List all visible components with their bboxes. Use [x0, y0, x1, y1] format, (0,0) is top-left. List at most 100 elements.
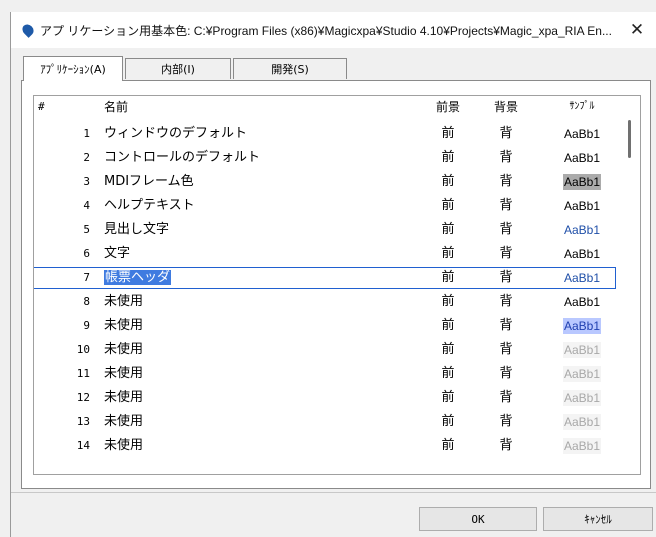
- header-name[interactable]: 名前: [104, 96, 424, 122]
- header-foreground[interactable]: 前景: [436, 96, 460, 122]
- row-name[interactable]: 未使用: [104, 434, 424, 458]
- vertical-scrollbar[interactable]: [620, 96, 640, 474]
- background-color-cell[interactable]: 背: [494, 194, 518, 218]
- header-background[interactable]: 背景: [494, 96, 518, 122]
- table-row[interactable]: 8 未使用前 背 AaBb1: [34, 290, 640, 314]
- row-name[interactable]: 未使用: [104, 338, 424, 362]
- tab-strip: ｱﾌﾟﾘｹｰｼｮﾝ(A) 内部(I) 開発(S): [21, 56, 651, 81]
- background-color-cell[interactable]: 背: [494, 266, 518, 290]
- row-number: 4: [83, 199, 90, 212]
- background-color-cell[interactable]: 背: [494, 338, 518, 362]
- color-sample: AaBb1: [562, 246, 602, 262]
- tab-application[interactable]: ｱﾌﾟﾘｹｰｼｮﾝ(A): [23, 56, 123, 81]
- sample-cell: AaBb1: [560, 290, 604, 314]
- foreground-color-cell[interactable]: 前: [436, 146, 460, 170]
- background-color-cell[interactable]: 背: [494, 434, 518, 458]
- color-sample: AaBb1: [562, 150, 602, 166]
- foreground-color-cell[interactable]: 前: [436, 266, 460, 290]
- color-sample: AaBb1: [562, 294, 602, 310]
- row-name[interactable]: ヘルプテキスト: [104, 194, 424, 218]
- row-name[interactable]: 未使用: [104, 386, 424, 410]
- foreground-color-cell[interactable]: 前: [436, 338, 460, 362]
- background-color-cell[interactable]: 背: [494, 242, 518, 266]
- table-header: # 名前 前景 背景 ｻﾝﾌﾟﾙ: [34, 96, 640, 122]
- row-name[interactable]: 未使用: [104, 410, 424, 434]
- row-name[interactable]: 帳票ヘッダ: [104, 266, 424, 290]
- sample-cell: AaBb1: [560, 122, 604, 146]
- foreground-color-cell[interactable]: 前: [436, 290, 460, 314]
- row-name[interactable]: ウィンドウのデフォルト: [104, 122, 424, 146]
- tab-panel: ｱﾌﾟﾘｹｰｼｮﾝ(A) 内部(I) 開発(S) # 名前 前景 背景 ｻﾝﾌﾟ…: [21, 56, 651, 489]
- foreground-color-cell[interactable]: 前: [436, 194, 460, 218]
- row-name[interactable]: 未使用: [104, 314, 424, 338]
- tab-internal[interactable]: 内部(I): [125, 58, 231, 79]
- row-name[interactable]: MDIフレーム色: [104, 170, 424, 194]
- background-color-cell[interactable]: 背: [494, 170, 518, 194]
- row-number: 1: [83, 127, 90, 140]
- row-number: 3: [83, 175, 90, 188]
- foreground-color-cell[interactable]: 前: [436, 434, 460, 458]
- foreground-color-cell[interactable]: 前: [436, 242, 460, 266]
- foreground-color-cell[interactable]: 前: [436, 386, 460, 410]
- table-row[interactable]: 4 ヘルプテキスト前 背 AaBb1: [34, 194, 640, 218]
- background-color-cell[interactable]: 背: [494, 410, 518, 434]
- scrollbar-thumb[interactable]: [628, 120, 631, 158]
- background-color-cell[interactable]: 背: [494, 386, 518, 410]
- foreground-color-cell[interactable]: 前: [436, 410, 460, 434]
- background-color-cell[interactable]: 背: [494, 146, 518, 170]
- row-name[interactable]: 未使用: [104, 362, 424, 386]
- background-color-cell[interactable]: 背: [494, 218, 518, 242]
- magic-xpa-app-icon: [20, 22, 36, 38]
- sample-cell: AaBb1: [560, 410, 604, 434]
- cancel-button[interactable]: ｷｬﾝｾﾙ: [543, 507, 653, 531]
- color-table: # 名前 前景 背景 ｻﾝﾌﾟﾙ 1 ウィンドウのデフォルト前背 AaBb1 2 コント…: [33, 95, 641, 475]
- table-row[interactable]: 12 未使用前 背 AaBb1: [34, 386, 640, 410]
- row-name[interactable]: 見出し文字: [104, 218, 424, 242]
- background-color-cell[interactable]: 背: [494, 314, 518, 338]
- foreground-color-cell[interactable]: 前: [436, 122, 460, 146]
- table-row[interactable]: 2 コントロールのデフォルト前 背 AaBb1: [34, 146, 640, 170]
- background-color-cell[interactable]: 背: [494, 122, 518, 146]
- foreground-color-cell[interactable]: 前: [436, 314, 460, 338]
- row-number: 12: [76, 391, 90, 404]
- row-number: 7: [83, 271, 90, 284]
- foreground-color-cell[interactable]: 前: [436, 362, 460, 386]
- table-row[interactable]: 3 MDIフレーム色前 背 AaBb1: [34, 170, 640, 194]
- background-color-cell[interactable]: 背: [494, 362, 518, 386]
- sample-cell: AaBb1: [560, 194, 604, 218]
- table-row[interactable]: 10 未使用前 背 AaBb1: [34, 338, 640, 362]
- color-sample: AaBb1: [562, 198, 602, 214]
- sample-cell: AaBb1: [560, 242, 604, 266]
- table-row[interactable]: 6 文字前 背 AaBb1: [34, 242, 640, 266]
- color-sample: AaBb1: [562, 438, 602, 454]
- row-number: 13: [76, 415, 90, 428]
- table-row[interactable]: 11 未使用前 背 AaBb1: [34, 362, 640, 386]
- header-number[interactable]: #: [38, 96, 88, 122]
- table-row[interactable]: 9 未使用前 背 AaBb1: [34, 314, 640, 338]
- title-bar[interactable]: アプ リケーション用基本色: C:¥Program Files (x86)¥Ma…: [11, 12, 656, 48]
- color-sample: AaBb1: [562, 318, 602, 334]
- foreground-color-cell[interactable]: 前: [436, 170, 460, 194]
- row-name[interactable]: 未使用: [104, 290, 424, 314]
- table-row[interactable]: 14 未使用前 背 AaBb1: [34, 434, 640, 458]
- sample-cell: AaBb1: [560, 362, 604, 386]
- table-row[interactable]: 13 未使用前 背 AaBb1: [34, 410, 640, 434]
- header-sample[interactable]: ｻﾝﾌﾟﾙ: [560, 96, 604, 122]
- row-name[interactable]: 文字: [104, 242, 424, 266]
- color-sample: AaBb1: [562, 270, 602, 286]
- color-sample: AaBb1: [562, 126, 602, 142]
- sample-cell: AaBb1: [560, 338, 604, 362]
- sample-cell: AaBb1: [560, 314, 604, 338]
- tab-development[interactable]: 開発(S): [233, 58, 347, 79]
- row-name[interactable]: コントロールのデフォルト: [104, 146, 424, 170]
- table-row[interactable]: 7 帳票ヘッダ 前 背 AaBb1: [34, 266, 640, 290]
- ok-button[interactable]: OK: [419, 507, 537, 531]
- background-color-cell[interactable]: 背: [494, 290, 518, 314]
- table-row[interactable]: 1 ウィンドウのデフォルト前 背 AaBb1: [34, 122, 640, 146]
- table-row[interactable]: 5 見出し文字前 背 AaBb1: [34, 218, 640, 242]
- close-button[interactable]: ✕: [617, 12, 656, 48]
- foreground-color-cell[interactable]: 前: [436, 218, 460, 242]
- row-number: 9: [83, 319, 90, 332]
- tab-content: # 名前 前景 背景 ｻﾝﾌﾟﾙ 1 ウィンドウのデフォルト前背 AaBb1 2 コント…: [21, 80, 651, 489]
- row-name-text[interactable]: 帳票ヘッダ: [104, 270, 172, 285]
